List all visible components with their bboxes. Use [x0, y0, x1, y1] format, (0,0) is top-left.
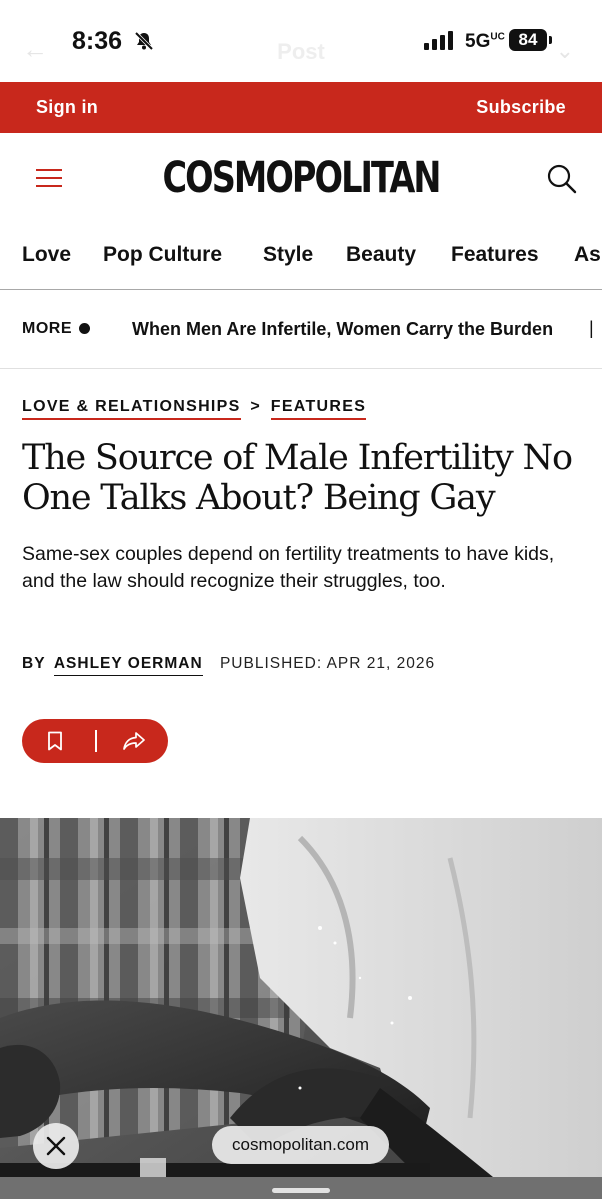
article-dek: Same-sex couples depend on fertility tre… — [22, 543, 555, 592]
close-button[interactable] — [33, 1123, 79, 1169]
article-actions — [22, 719, 168, 763]
chevron-down-icon: ⌄ — [555, 38, 574, 63]
nav-item-style[interactable]: Style — [263, 243, 313, 267]
account-bar: Sign in Subscribe — [0, 82, 602, 133]
network-indicator: 5GUC — [465, 31, 505, 52]
section-nav: Love Pop Culture Style Beauty Features A… — [0, 225, 602, 290]
hamburger-menu-icon[interactable] — [36, 167, 62, 189]
more-ticker: MORE When Men Are Infertile, Women Carry… — [0, 290, 602, 369]
signal-icon — [424, 31, 453, 50]
author-link[interactable]: ASHLEY OERMAN — [53, 655, 203, 676]
ticker-separator: | — [589, 318, 594, 338]
live-dot-icon — [79, 323, 90, 334]
subscribe-link[interactable]: Subscribe — [476, 97, 566, 118]
nav-item-pop-culture[interactable]: Pop Culture — [103, 243, 222, 267]
action-divider — [95, 730, 97, 752]
nav-item-astrology[interactable]: As — [574, 243, 601, 267]
more-headline-link[interactable]: When Men Are Infertile, Women Carry the … — [132, 319, 553, 340]
site-header: COSMOPOLITAN — [0, 133, 602, 225]
share-icon[interactable] — [122, 730, 146, 752]
bell-slash-icon — [134, 31, 154, 51]
nav-item-features[interactable]: Features — [451, 243, 539, 267]
byline: BY ASHLEY OERMAN PUBLISHED: APR 21, 2026 — [22, 655, 436, 676]
nav-item-love[interactable]: Love — [22, 243, 71, 267]
published-date: PUBLISHED: APR 21, 2026 — [219, 655, 436, 672]
breadcrumb-section-link[interactable]: LOVE & RELATIONSHIPS — [22, 398, 241, 420]
bookmark-icon[interactable] — [44, 730, 66, 752]
byline-label: BY — [22, 655, 46, 672]
battery-icon: 84 — [509, 29, 552, 51]
breadcrumb: LOVE & RELATIONSHIPS > FEATURES — [22, 398, 367, 420]
breadcrumb-subsection-link[interactable]: FEATURES — [270, 398, 367, 420]
sign-in-link[interactable]: Sign in — [36, 97, 98, 118]
url-bar[interactable]: cosmopolitan.com — [212, 1126, 389, 1164]
search-icon[interactable] — [546, 163, 578, 195]
home-indicator — [272, 1188, 330, 1193]
more-label: MORE — [22, 320, 72, 337]
nav-item-beauty[interactable]: Beauty — [346, 243, 416, 267]
status-time: 8:36 — [72, 27, 123, 55]
status-bar: ← Post ⌄ 8:36 5GUC 84 — [0, 0, 602, 82]
site-logo[interactable]: COSMOPOLITAN — [66, 153, 536, 203]
article-headline: The Source of Male Infertility No One Ta… — [22, 438, 573, 518]
close-icon — [46, 1136, 66, 1156]
breadcrumb-separator: > — [250, 398, 262, 415]
